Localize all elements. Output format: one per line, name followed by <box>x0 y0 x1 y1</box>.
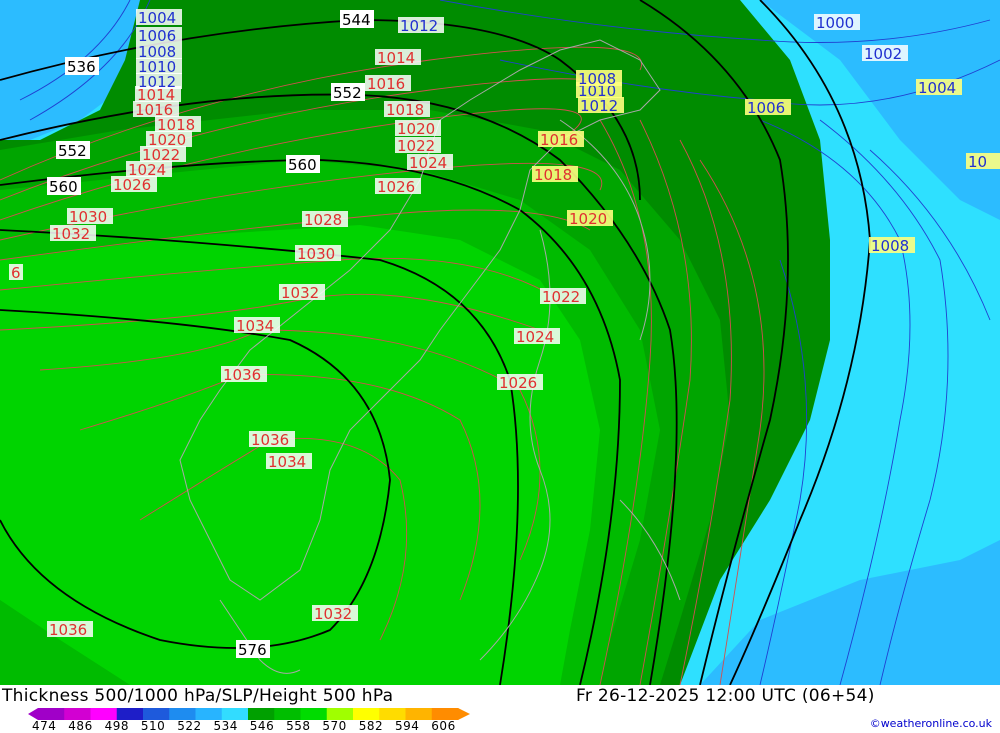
slp-label: 1024 <box>409 154 447 172</box>
slp-label: 1016 <box>540 131 578 149</box>
legend-tick-label: 498 <box>104 719 129 733</box>
slp-label: 1020 <box>397 120 435 138</box>
legend-tick-label: 522 <box>177 719 202 733</box>
slp-label: 1032 <box>314 605 352 623</box>
slp-label: 1026 <box>377 178 415 196</box>
slp-label: 1004 <box>138 9 176 27</box>
slp-label: 1032 <box>52 225 90 243</box>
legend-tick-label: 510 <box>140 719 166 733</box>
slp-label: 1014 <box>377 49 415 67</box>
height-label: 560 <box>288 156 317 174</box>
legend-tick-label: 570 <box>322 719 347 733</box>
height-label: 552 <box>333 84 362 102</box>
slp-label: 1030 <box>297 245 335 263</box>
legend-tick-label: 474 <box>32 719 57 733</box>
slp-label: 1024 <box>516 328 554 346</box>
height-label: 536 <box>67 58 96 76</box>
slp-label: 1028 <box>304 211 342 229</box>
slp-label: 1020 <box>569 210 607 228</box>
slp-label: 10 <box>968 153 987 171</box>
slp-label: 1026 <box>499 374 537 392</box>
slp-label: 1022 <box>542 288 580 306</box>
slp-label: 1000 <box>816 14 854 32</box>
legend-tick-label: 594 <box>395 719 420 733</box>
slp-label: 1034 <box>268 453 306 471</box>
slp-label: 1002 <box>864 45 902 63</box>
slp-label: 1032 <box>281 284 319 302</box>
legend-tick-label: 486 <box>68 719 93 733</box>
height-label: 552 <box>58 142 87 160</box>
slp-label: 1016 <box>367 75 405 93</box>
legend-ticks: 474 486 498 510 522 534 546 558 570 582 594 606 <box>0 719 520 733</box>
legend-tick-label: 558 <box>286 719 311 733</box>
slp-label: 1026 <box>113 176 151 194</box>
valid-time: Fr 26-12-2025 12:00 UTC (06+54) <box>576 686 875 706</box>
slp-label: 1018 <box>534 166 572 184</box>
weather-map-page: 544 536 552 552 560 560 576 1014 1016 10… <box>0 0 1000 733</box>
slp-label: 1012 <box>138 73 176 91</box>
slp-label: 1004 <box>918 79 956 97</box>
slp-label: 1012 <box>400 17 438 35</box>
credit-text: ©weatheronline.co.uk <box>869 717 992 730</box>
slp-label: 1030 <box>69 208 107 226</box>
legend-tick-label: 606 <box>431 719 456 733</box>
height-label: 560 <box>49 178 78 196</box>
height-label: 576 <box>238 641 267 659</box>
legend-tick-label: 582 <box>358 719 384 733</box>
slp-label: 1034 <box>236 317 274 335</box>
legend-tick-label: 546 <box>249 719 275 733</box>
height-label: 544 <box>342 11 371 29</box>
slp-label: 1022 <box>397 137 435 155</box>
slp-label: 1006 <box>747 99 785 117</box>
map-title: Thickness 500/1000 hPa/SLP/Height 500 hP… <box>2 686 394 706</box>
slp-label: 1036 <box>49 621 87 639</box>
slp-label: 1008 <box>578 70 616 88</box>
slp-label: 1008 <box>871 237 909 255</box>
slp-label: 6 <box>11 264 21 282</box>
slp-label: 1036 <box>223 366 261 384</box>
slp-label: 1036 <box>251 431 289 449</box>
slp-label: 1018 <box>386 101 424 119</box>
legend-tick-label: 534 <box>213 719 238 733</box>
thickness-map: 544 536 552 552 560 560 576 1014 1016 10… <box>0 0 1000 685</box>
